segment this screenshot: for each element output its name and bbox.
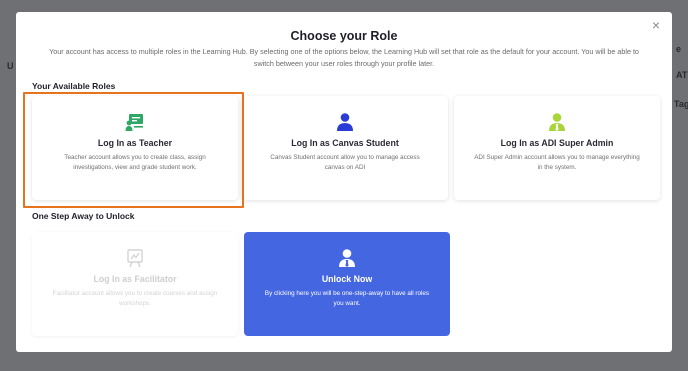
unlock-now-button[interactable]: Unlock Now By clicking here you will be … — [244, 232, 450, 336]
background-text-fragment: e — [676, 44, 682, 54]
role-card-facilitator: Log In as Facilitator Facilitator accoun… — [32, 232, 238, 336]
available-roles-heading: Your Available Roles — [32, 81, 116, 91]
unlock-description: By clicking here you will be one-step-aw… — [264, 290, 430, 307]
background-text-fragment: ATI — [676, 70, 688, 80]
role-description: Facilitator account allows you to create… — [52, 290, 218, 307]
locked-roles-heading: One Step Away to Unlock — [32, 211, 135, 221]
user-icon — [337, 113, 353, 131]
choose-role-modal: × Choose your Role Your account has acce… — [16, 12, 672, 352]
easel-icon — [127, 249, 143, 268]
role-label: Log In as ADI Super Admin — [500, 138, 614, 148]
modal-intro-text: Your account has access to multiple role… — [49, 47, 639, 68]
admin-user-icon — [339, 249, 355, 267]
modal-title: Choose your Role — [290, 29, 398, 43]
role-description: Canvas Student account allow you to mana… — [270, 154, 420, 171]
role-description: ADI Super Admin account allows you to ma… — [474, 154, 640, 171]
admin-user-icon — [549, 113, 565, 131]
background-text-fragment: Tag — [674, 99, 688, 109]
role-card-teacher[interactable]: Log In as Teacher Teacher account allows… — [32, 96, 238, 200]
teacher-board-icon — [125, 114, 143, 131]
role-label: Log In as Teacher — [97, 138, 173, 148]
role-card-canvas-student[interactable]: Log In as Canvas Student Canvas Student … — [242, 96, 448, 200]
role-description: Teacher account allows you to create cla… — [64, 154, 206, 171]
unlock-label: Unlock Now — [321, 274, 373, 284]
background-text-fragment: U — [7, 61, 14, 71]
role-card-super-admin[interactable]: Log In as ADI Super Admin ADI Super Admi… — [454, 96, 660, 200]
role-label: Log In as Canvas Student — [291, 138, 399, 148]
role-label: Log In as Facilitator — [93, 274, 177, 284]
